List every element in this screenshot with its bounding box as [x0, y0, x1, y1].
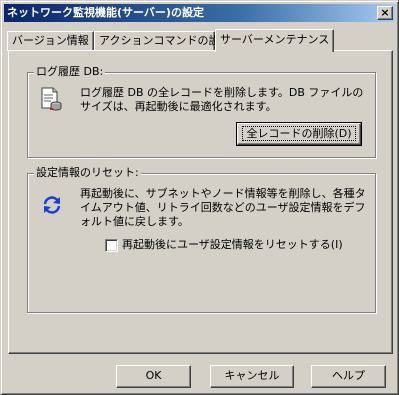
delete-all-records-button[interactable]: 全レコードの削除(D)	[236, 122, 362, 146]
refresh-arrows-icon	[41, 194, 63, 216]
cancel-button[interactable]: キャンセル	[210, 365, 294, 388]
reset-settings-group: 設定情報のリセット: 再起動後に、サブネットやノード情報等を削除し、各種タイムア…	[27, 166, 376, 313]
help-button[interactable]: ヘルプ	[311, 365, 386, 388]
tab-label: アクションコマンドの設定	[99, 34, 231, 47]
ok-button[interactable]: OK	[116, 365, 191, 388]
reset-on-restart-checkbox[interactable]	[105, 239, 118, 252]
title-bar: ネットワーク監視機能(サーバー)の設定 ×	[4, 4, 395, 22]
log-db-description: ログ履歴 DB の全レコードを削除します。DB ファイルのサイズは、再起動後に最…	[80, 86, 364, 113]
delete-all-records-label: 全レコードの削除(D)	[242, 126, 356, 141]
cancel-label: キャンセル	[224, 369, 280, 382]
log-db-group-label: ログ履歴 DB:	[34, 65, 106, 79]
tab-server-maintenance[interactable]: サーバーメンテナンス	[215, 29, 334, 52]
reset-description: 再起動後に、サブネットやノード情報等を削除し、各種タイムアウト値、リトライ回数な…	[80, 187, 366, 228]
tab-version-info[interactable]: バージョン情報	[7, 31, 94, 51]
tab-label: バージョン情報	[12, 34, 89, 47]
reset-on-restart-label[interactable]: 再起動後にユーザ設定情報をリセットする(I)	[122, 238, 343, 252]
window-title: ネットワーク監視機能(サーバー)の設定	[7, 6, 204, 19]
log-db-group: ログ履歴 DB: ログ履歴 DB の全レコードを削除します。DB ファイルのサイ…	[27, 65, 376, 158]
ok-label: OK	[145, 369, 162, 382]
tab-action-command[interactable]: アクションコマンドの設定	[94, 31, 230, 51]
tab-label: サーバーメンテナンス	[220, 33, 330, 46]
tab-panel: ログ履歴 DB: ログ履歴 DB の全レコードを削除します。DB ファイルのサイ…	[8, 50, 393, 354]
close-icon: ×	[380, 6, 390, 19]
reset-settings-group-label: 設定情報のリセット:	[34, 166, 141, 180]
help-label: ヘルプ	[332, 369, 365, 382]
settings-dialog: ネットワーク監視機能(サーバー)の設定 × バージョン情報 アクションコマンドの…	[0, 0, 399, 395]
close-button[interactable]: ×	[377, 6, 393, 20]
database-document-icon	[40, 87, 62, 111]
